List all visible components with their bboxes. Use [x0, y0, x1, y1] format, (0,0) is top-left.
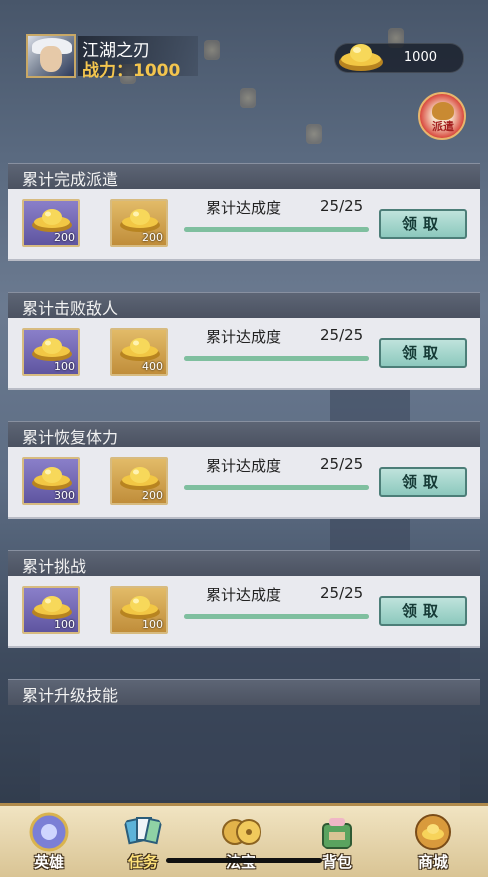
gold-ingot-icon	[120, 338, 160, 361]
gold-ingot-icon	[32, 467, 72, 490]
gold-ingot-icon	[32, 209, 72, 232]
claim-button[interactable]: 领取	[379, 338, 467, 368]
gold-ingot-icon	[120, 209, 160, 232]
task-title-bar: 累计挑战	[8, 550, 480, 576]
dispatch-button[interactable]: 派遣	[418, 92, 466, 140]
task-card: 累计完成派遣 200 200 累计达成度 25/25 领取	[8, 163, 480, 261]
reward-gold-ingot[interactable]: 400	[110, 328, 168, 376]
lantern-decoration	[306, 124, 322, 144]
gold-ingot-icon	[339, 44, 383, 71]
progress-count: 25/25	[320, 197, 364, 215]
progress-count: 25/25	[320, 584, 364, 602]
reward-purple-ingot[interactable]: 100	[22, 328, 80, 376]
task-title: 累计击败敌人	[22, 299, 119, 318]
nav-task[interactable]: 任务	[108, 810, 178, 874]
gold-ingot-icon	[120, 467, 160, 490]
task-title: 累计恢复体力	[22, 428, 119, 447]
gold-currency: 1000	[334, 43, 464, 73]
gold-ingot-icon	[120, 596, 160, 619]
task-title: 累计完成派遣	[22, 170, 119, 189]
task-title-bar: 累计完成派遣	[8, 163, 480, 189]
reward-amount: 100	[54, 360, 75, 373]
reward-gold-ingot[interactable]: 200	[110, 457, 168, 505]
reward-amount: 200	[54, 231, 75, 244]
nav-hero[interactable]: 英雄	[14, 810, 84, 874]
reward-purple-ingot[interactable]: 200	[22, 199, 80, 247]
nav-hero-label: 英雄	[33, 853, 64, 871]
task-card: 累计升级技能	[8, 679, 480, 705]
task-card: 累计击败敌人 100 400 累计达成度 25/25 领取	[8, 292, 480, 390]
reward-amount: 200	[142, 231, 163, 244]
reward-amount: 400	[142, 360, 163, 373]
reward-amount: 100	[142, 618, 163, 631]
progress-bar	[184, 356, 369, 361]
gold-ingot-icon	[32, 338, 72, 361]
cymbals-icon	[222, 819, 261, 845]
gold-amount: 1000	[403, 50, 437, 65]
task-title-bar: 累计升级技能	[8, 679, 480, 705]
task-title-bar: 累计恢复体力	[8, 421, 480, 447]
task-card: 累计挑战 100 100 累计达成度 25/25 领取	[8, 550, 480, 648]
task-body: 200 200 累计达成度 25/25 领取	[8, 189, 480, 261]
dispatch-label: 派遣	[432, 120, 454, 133]
claim-button[interactable]: 领取	[379, 467, 467, 497]
backpack-icon	[322, 818, 352, 849]
task-cards-icon	[123, 817, 163, 845]
reward-gold-ingot[interactable]: 100	[110, 586, 168, 634]
reward-amount: 200	[142, 489, 163, 502]
nav-shop[interactable]: 商城	[398, 810, 468, 874]
task-body: 100 400 累计达成度 25/25 领取	[8, 318, 480, 390]
progress-bar	[184, 614, 369, 619]
progress-count: 25/25	[320, 455, 364, 473]
combat-power: 战力：1000	[82, 61, 181, 81]
shop-icon	[415, 814, 451, 850]
task-title-bar: 累计击败敌人	[8, 292, 480, 318]
home-indicator	[166, 858, 322, 863]
progress-label: 累计达成度	[206, 199, 282, 217]
lantern-decoration	[240, 88, 256, 108]
nav-shop-label: 商城	[417, 853, 448, 871]
player-info[interactable]: 江湖之刃 战力：1000	[26, 34, 204, 81]
task-body: 100 100 累计达成度 25/25 领取	[8, 576, 480, 648]
gold-ingot-icon	[32, 596, 72, 619]
progress-bar	[184, 227, 369, 232]
progress-bar	[184, 485, 369, 490]
reward-purple-ingot[interactable]: 100	[22, 586, 80, 634]
lantern-decoration	[204, 40, 220, 60]
claim-button[interactable]: 领取	[379, 209, 467, 239]
temple-silhouette	[40, 640, 460, 800]
task-body: 300 200 累计达成度 25/25 领取	[8, 447, 480, 519]
bottom-nav: 英雄 任务 法宝 背包 商城	[0, 803, 488, 877]
task-title: 累计挑战	[22, 557, 87, 576]
task-card: 累计恢复体力 300 200 累计达成度 25/25 领取	[8, 421, 480, 519]
reward-purple-ingot[interactable]: 300	[22, 457, 80, 505]
player-avatar[interactable]	[26, 34, 76, 78]
reward-amount: 300	[54, 489, 75, 502]
progress-label: 累计达成度	[206, 457, 282, 475]
progress-label: 累计达成度	[206, 328, 282, 346]
progress-count: 25/25	[320, 326, 364, 344]
hero-badge-icon	[29, 812, 69, 852]
reward-gold-ingot[interactable]: 200	[110, 199, 168, 247]
reward-amount: 100	[54, 618, 75, 631]
task-title: 累计升级技能	[22, 686, 119, 705]
progress-label: 累计达成度	[206, 586, 282, 604]
nav-backpack[interactable]: 背包	[302, 810, 372, 874]
nav-treasure[interactable]: 法宝	[206, 810, 276, 874]
claim-button[interactable]: 领取	[379, 596, 467, 626]
